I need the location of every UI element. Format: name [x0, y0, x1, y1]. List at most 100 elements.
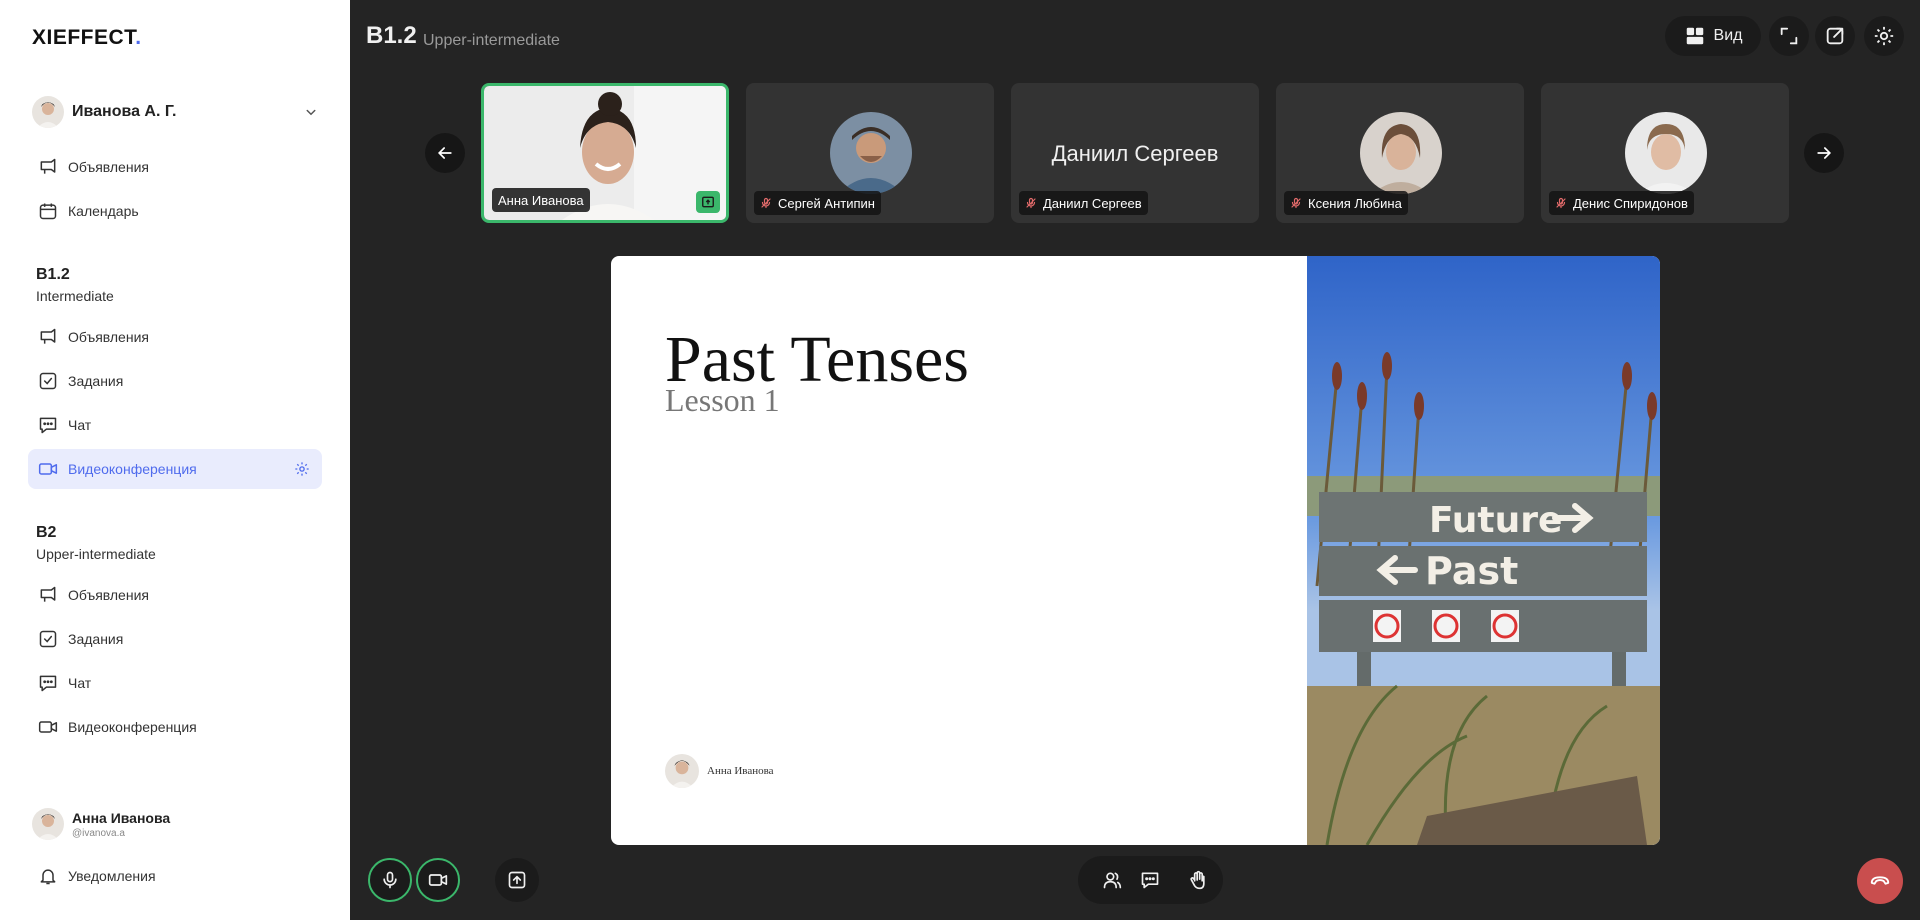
sidebar-item-label: Чат	[68, 417, 92, 433]
chat-icon	[39, 675, 57, 692]
gear-icon[interactable]	[294, 461, 310, 477]
chat-icon[interactable]	[1140, 870, 1160, 890]
chevron-down-icon	[306, 109, 316, 116]
avatar	[32, 96, 64, 128]
sidebar-item-tasks[interactable]: Задания	[28, 619, 322, 659]
participant-name-label: Сергей Антипин	[754, 191, 881, 215]
gear-icon	[1874, 26, 1894, 46]
slide-text-area: Past Tenses Lesson 1 Анна Иванова	[611, 256, 1307, 845]
arrow-right-icon	[1817, 147, 1832, 159]
video-icon	[38, 463, 58, 475]
participant-tile[interactable]: Денис Спиридонов	[1541, 83, 1789, 223]
group-title: B2	[36, 524, 57, 541]
participants-icon[interactable]	[1102, 870, 1122, 890]
app-logo[interactable]: XIEFFECT.	[32, 26, 142, 50]
sidebar-item-label: Объявления	[68, 329, 149, 345]
svg-text:Future: Future	[1429, 500, 1562, 541]
slide-subtitle: Lesson 1	[665, 382, 780, 418]
sidebar-item-label: Объявления	[68, 587, 149, 603]
group-title: B1.2	[36, 266, 70, 283]
grid-icon	[1686, 27, 1703, 45]
current-user-handle: @ivanova.a	[72, 827, 125, 839]
sidebar-item-label: Задания	[68, 631, 124, 647]
prev-participants-button[interactable]	[425, 133, 465, 173]
sidebar-item-label: Календарь	[68, 203, 139, 219]
avatar	[1625, 112, 1707, 194]
raise-hand-icon[interactable]	[1188, 870, 1208, 890]
sidebar-item-calendar[interactable]: Календарь	[28, 191, 322, 231]
current-user[interactable]: Анна Иванова @ivanova.a	[32, 808, 170, 840]
video-icon	[38, 721, 58, 733]
next-participants-button[interactable]	[1804, 133, 1844, 173]
sidebar-item-label: Уведомления	[68, 868, 156, 884]
end-call-button[interactable]	[1857, 858, 1903, 904]
participant-tile[interactable]: Ксения Любина	[1276, 83, 1524, 223]
participant-name-label: Анна Иванова	[492, 188, 590, 212]
participant-tile[interactable]: Сергей Антипин	[746, 83, 994, 223]
avatar	[32, 808, 64, 840]
participant-name-label: Даниил Сергеев	[1019, 191, 1148, 215]
participant-placeholder-name: Даниил Сергеев	[1051, 141, 1219, 166]
sidebar-item-label: Видеоконференция	[68, 719, 197, 735]
group-subtitle: Intermediate	[36, 288, 114, 304]
screen-share-icon	[508, 871, 526, 889]
screen-share-button[interactable]	[495, 858, 539, 902]
sidebar-item-chat[interactable]: Чат	[28, 663, 322, 703]
sidebar-item-label: Объявления	[68, 159, 149, 175]
sidebar-item-label: Видеоконференция	[68, 461, 197, 477]
sidebar-item-chat[interactable]: Чат	[28, 405, 322, 445]
svg-text:Past: Past	[1425, 549, 1518, 593]
avatar	[1360, 112, 1442, 194]
group-subtitle: Upper-intermediate	[36, 546, 156, 562]
announcement-icon	[40, 158, 56, 174]
sidebar-item-videoconference[interactable]: Видеоконференция	[28, 707, 322, 747]
sidebar-item-tasks[interactable]: Задания	[28, 361, 322, 401]
slide-photo: Future Past	[1307, 256, 1660, 845]
screen-share-icon	[696, 191, 720, 213]
microphone-button[interactable]	[368, 858, 412, 902]
settings-button[interactable]	[1864, 16, 1904, 56]
phone-hangup-icon	[1870, 876, 1890, 885]
view-button[interactable]: Вид	[1665, 16, 1761, 56]
sidebar-item-label: Задания	[68, 373, 124, 389]
mic-off-icon	[761, 197, 771, 209]
participant-name-label: Ксения Любина	[1284, 191, 1408, 215]
calendar-icon	[39, 203, 57, 220]
mic-off-icon	[1556, 197, 1566, 209]
participant-tile[interactable]: Даниил Сергеев Даниил Сергеев	[1011, 83, 1259, 223]
sidebar-item-announcements[interactable]: Объявления	[28, 575, 322, 615]
call-tools	[1078, 856, 1223, 904]
slide-author: Анна Иванова	[665, 754, 774, 788]
sidebar-item-videoconference[interactable]: Видеоконференция	[28, 449, 322, 489]
video-icon	[428, 874, 448, 886]
sidebar-item-announcements[interactable]: Объявления	[28, 147, 322, 187]
page-title: B1.2	[366, 22, 417, 49]
bell-icon	[40, 869, 56, 885]
slide-author-name: Анна Иванова	[707, 765, 774, 777]
sidebar-item-announcements[interactable]: Объявления	[28, 317, 322, 357]
participant-tile[interactable]: Анна Иванова	[481, 83, 729, 223]
announcement-icon	[40, 328, 56, 344]
page-subtitle: Upper-intermediate	[423, 32, 560, 49]
mic-off-icon	[1026, 197, 1036, 209]
external-link-icon	[1826, 27, 1844, 45]
sidebar-item-notifications[interactable]: Уведомления	[28, 856, 322, 896]
fullscreen-button[interactable]	[1769, 16, 1809, 56]
avatar	[830, 112, 912, 194]
arrow-left-icon	[437, 147, 452, 159]
mic-off-icon	[1291, 197, 1301, 209]
microphone-icon	[383, 871, 397, 889]
view-button-label: Вид	[1713, 27, 1743, 44]
current-user-name: Анна Иванова	[72, 809, 171, 826]
camera-button[interactable]	[416, 858, 460, 902]
open-external-button[interactable]	[1815, 16, 1855, 56]
user-select-name: Иванова А. Г.	[72, 103, 177, 120]
user-select[interactable]: Иванова А. Г.	[32, 96, 320, 128]
sidebar: XIEFFECT. Иванова А. Г. Объявления Кален…	[0, 0, 350, 920]
task-icon	[39, 630, 57, 648]
task-icon	[39, 372, 57, 390]
expand-icon	[1780, 27, 1798, 45]
sidebar-item-label: Чат	[68, 675, 92, 691]
chat-icon	[39, 417, 57, 434]
announcement-icon	[40, 586, 56, 602]
